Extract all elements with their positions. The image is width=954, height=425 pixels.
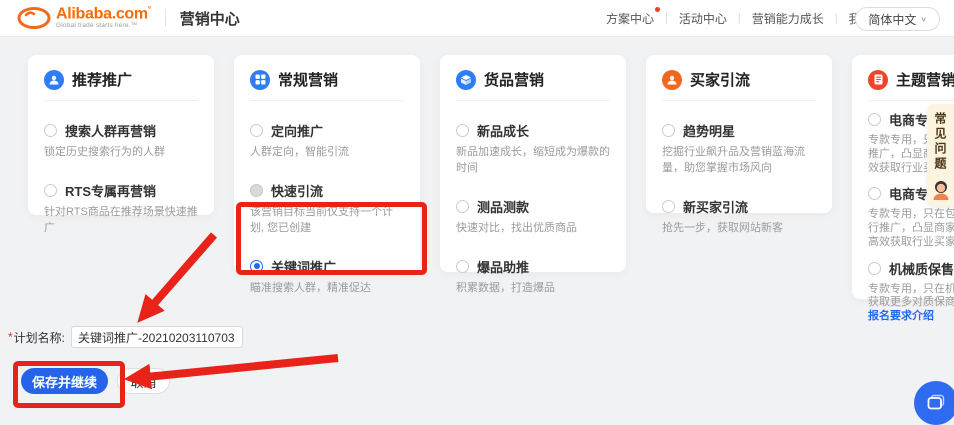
faq-side-tab[interactable]: 常见问题 bbox=[927, 104, 954, 206]
action-buttons: 保存并继续 取消 bbox=[21, 368, 170, 394]
option-new-buyer-traffic[interactable]: 新买家引流 抢先一步，获取网站新客 bbox=[662, 197, 816, 237]
radio-checked[interactable] bbox=[250, 260, 263, 273]
chevron-down-icon: ∨ bbox=[920, 15, 927, 24]
option-search-audience-remarketing[interactable]: 搜索人群再营销 锁定历史搜索行为的人群 bbox=[44, 121, 198, 161]
radio-unchecked[interactable] bbox=[868, 113, 881, 126]
annotation-arrow-to-input bbox=[152, 235, 214, 306]
grid-blue-icon bbox=[250, 70, 270, 90]
card-title: 推荐推广 bbox=[72, 69, 132, 90]
card-title: 买家引流 bbox=[690, 69, 750, 90]
radio-unchecked[interactable] bbox=[456, 124, 469, 137]
plan-name-form: * 计划名称: bbox=[8, 326, 243, 348]
box-blue-icon bbox=[456, 70, 476, 90]
notification-dot bbox=[655, 7, 660, 12]
radio-unchecked[interactable] bbox=[662, 124, 675, 137]
faq-label: 常见问题 bbox=[932, 112, 949, 172]
option-machinery-warranty[interactable]: 机械质保售后 专款专用，只在机械 获取更多对质保商品报名要求介绍 bbox=[868, 259, 954, 324]
radio-unchecked[interactable] bbox=[456, 260, 469, 273]
card-buyer-traffic: 买家引流 趋势明星 挖掘行业飙升品及营销蓝海流量，助您掌握市场风向 新买家引流 … bbox=[646, 55, 832, 213]
radio-unchecked[interactable] bbox=[250, 124, 263, 137]
chat-icon bbox=[926, 393, 946, 413]
nav-item-marketing-growth[interactable]: 营销能力成长 bbox=[750, 10, 826, 27]
option-trend-star[interactable]: 趋势明星 挖掘行业飙升品及营销蓝海流量，助您掌握市场风向 bbox=[662, 121, 816, 177]
plan-name-input[interactable] bbox=[71, 326, 243, 348]
annotation-arrow-to-save bbox=[146, 358, 338, 377]
alibaba-logo-icon bbox=[16, 6, 52, 30]
option-targeted-promotion[interactable]: 定向推广 人群定向，智能引流 bbox=[250, 121, 404, 161]
plan-name-label: 计划名称: bbox=[14, 329, 65, 346]
card-title: 货品营销 bbox=[484, 69, 544, 90]
radio-unchecked[interactable] bbox=[44, 184, 57, 197]
card-title: 主题营销 bbox=[896, 69, 954, 90]
radio-unchecked[interactable] bbox=[662, 200, 675, 213]
radio-unchecked[interactable] bbox=[868, 262, 881, 275]
radio-unchecked[interactable] bbox=[456, 200, 469, 213]
nav-item-activity-center[interactable]: 活动中心 bbox=[677, 10, 729, 27]
marketing-center-page: Alibaba.com° Global trade starts here.™ … bbox=[0, 0, 954, 403]
alibaba-logo[interactable]: Alibaba.com° Global trade starts here.™ bbox=[16, 6, 151, 30]
card-recommend-promotion: 推荐推广 搜索人群再营销 锁定历史搜索行为的人群 RTS专属再营销 针对RTS商… bbox=[28, 55, 214, 215]
support-agent-avatar bbox=[929, 178, 953, 202]
card-product-marketing: 货品营销 新品成长 新品加速成长，缩短成为爆款的时间 测品测款 快速对比，找出优… bbox=[440, 55, 626, 272]
card-title: 常规营销 bbox=[278, 69, 338, 90]
page-title: 营销中心 bbox=[180, 8, 240, 29]
option-product-testing[interactable]: 测品测款 快速对比，找出优质商品 bbox=[456, 197, 610, 237]
radio-unchecked[interactable] bbox=[44, 124, 57, 137]
option-hot-product-boost[interactable]: 爆品助推 积累数据，打造爆品 bbox=[456, 257, 610, 297]
card-regular-marketing: 常规营销 定向推广 人群定向，智能引流 快速引流 该营销目标当前仅支持一个计划,… bbox=[234, 55, 420, 273]
header-divider bbox=[165, 9, 166, 27]
option-rts-remarketing[interactable]: RTS专属再营销 针对RTS商品在推荐场景快速推广 bbox=[44, 181, 198, 237]
radio-disabled bbox=[250, 184, 263, 197]
nav-item-plan-center[interactable]: 方案中心 bbox=[604, 10, 656, 27]
user-blue-icon bbox=[44, 70, 64, 90]
doc-red-icon bbox=[868, 70, 888, 90]
radio-unchecked[interactable] bbox=[868, 187, 881, 200]
option-keyword-promotion[interactable]: 关键词推广 瞄准搜索人群，精准促达 bbox=[250, 257, 404, 297]
user-orange-icon bbox=[662, 70, 682, 90]
header: Alibaba.com° Global trade starts here.™ … bbox=[0, 0, 954, 37]
save-and-continue-button[interactable]: 保存并继续 bbox=[21, 368, 108, 394]
option-quick-traffic[interactable]: 快速引流 该营销目标当前仅支持一个计划, 您已创建 bbox=[250, 181, 404, 237]
option-new-product-growth[interactable]: 新品成长 新品加速成长，缩短成为爆款的时间 bbox=[456, 121, 610, 177]
brand-text: Alibaba.com° bbox=[56, 6, 151, 22]
language-selector[interactable]: 简体中文 ∨ bbox=[855, 7, 940, 31]
required-mark: * bbox=[8, 330, 13, 344]
brand-tagline: Global trade starts here.™ bbox=[56, 23, 151, 30]
cancel-button[interactable]: 取消 bbox=[117, 368, 170, 394]
chat-fab-button[interactable] bbox=[914, 381, 954, 425]
signup-requirements-link[interactable]: 报名要求介绍 bbox=[868, 310, 954, 324]
